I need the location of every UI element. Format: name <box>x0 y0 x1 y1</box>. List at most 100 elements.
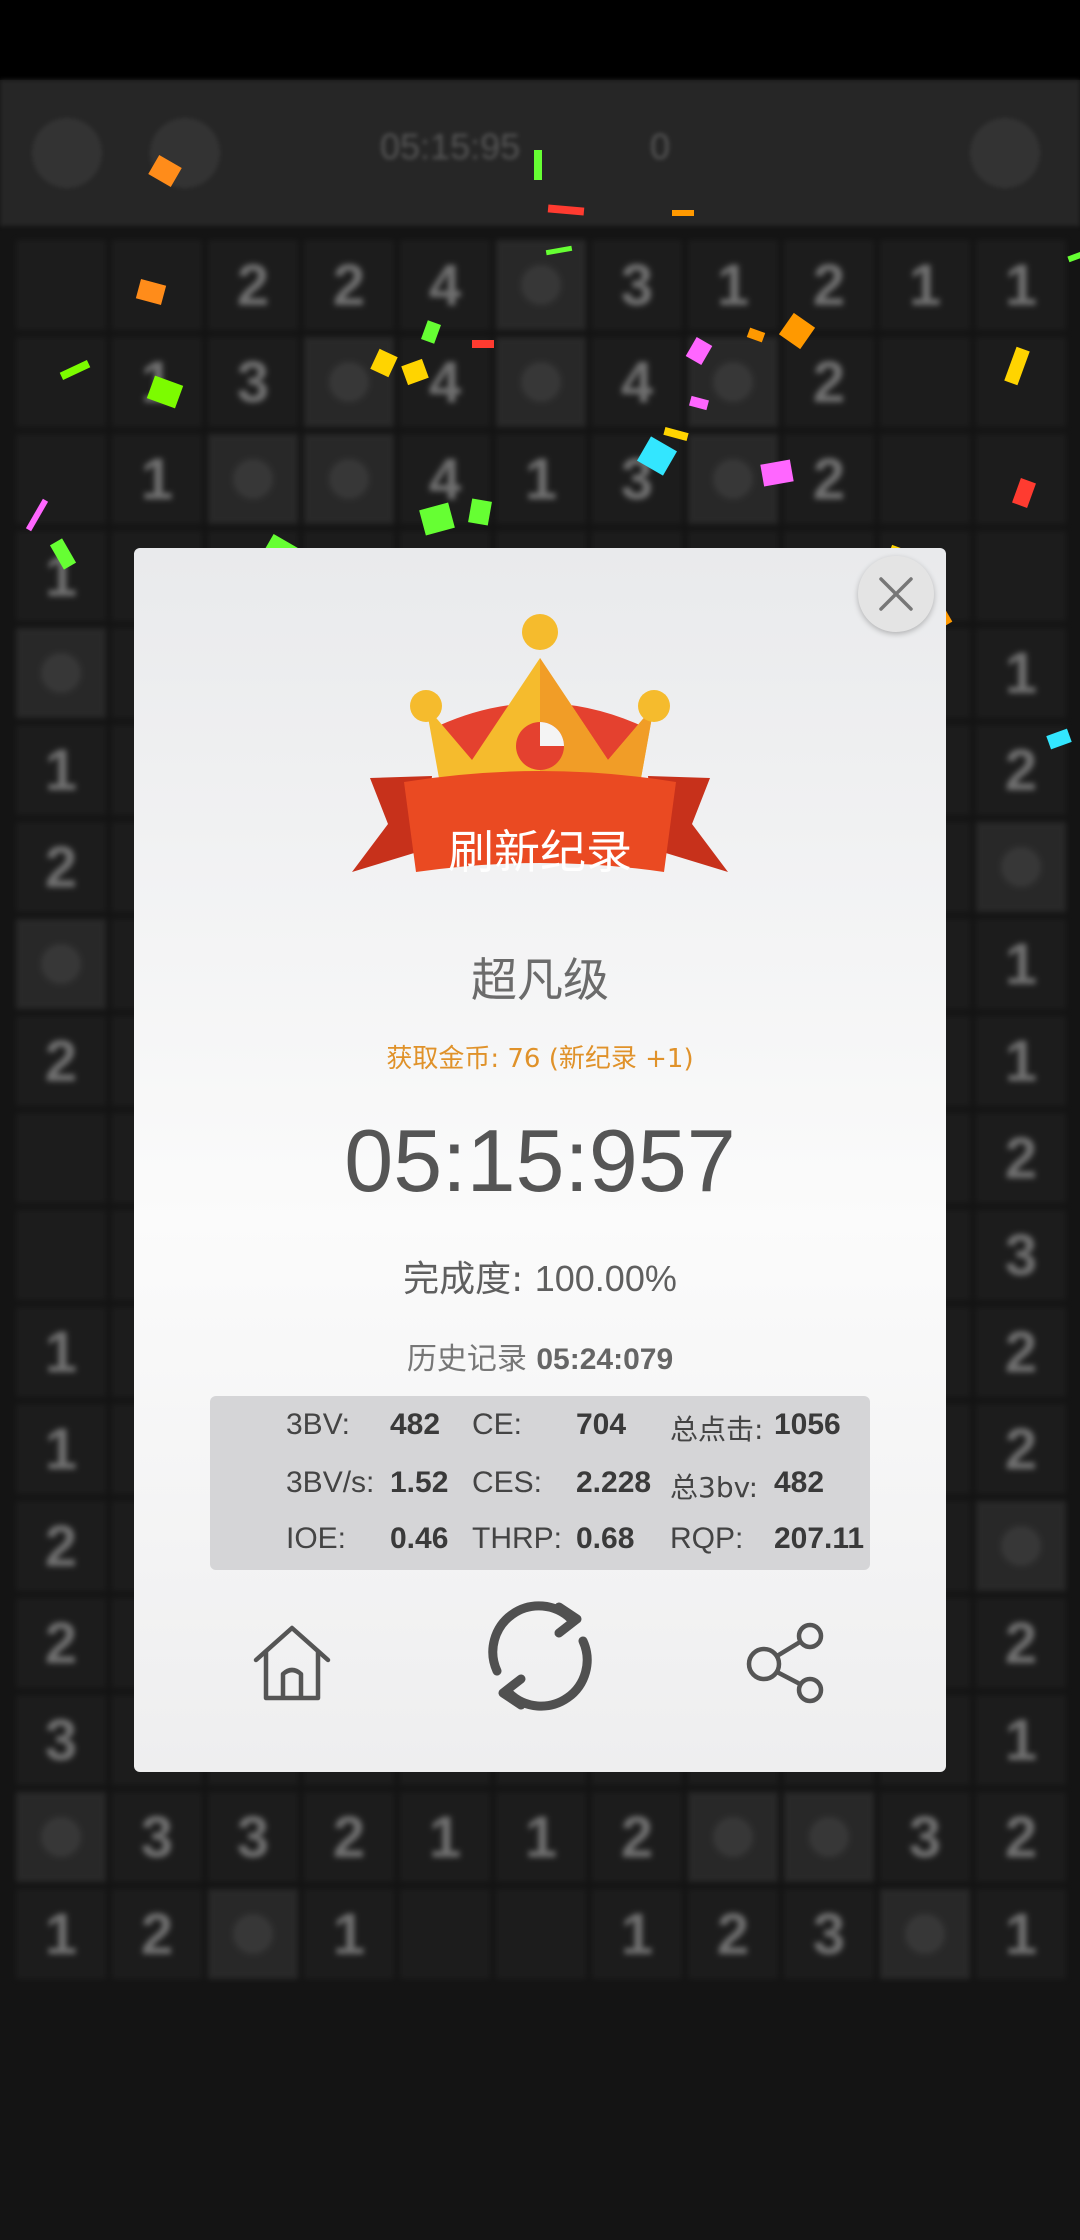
board-cell[interactable]: 2 <box>16 1501 106 1591</box>
board-cell[interactable]: 3 <box>208 1792 298 1882</box>
board-cell[interactable]: 2 <box>784 337 874 427</box>
stat-ce-value: 704 <box>576 1408 627 1441</box>
confetti-piece <box>1067 251 1080 263</box>
board-cell[interactable] <box>400 1889 490 1979</box>
board-cell[interactable]: 3 <box>112 1792 202 1882</box>
confetti-piece <box>468 498 492 526</box>
board-cell[interactable]: 1 <box>592 1889 682 1979</box>
board-cell[interactable] <box>16 919 106 1009</box>
board-cell[interactable]: 2 <box>784 434 874 524</box>
board-cell[interactable]: 1 <box>976 1889 1066 1979</box>
board-cell[interactable] <box>496 337 586 427</box>
board-cell[interactable]: 3 <box>784 1889 874 1979</box>
history-record: 历史记录 05:24:079 <box>134 1334 946 1378</box>
board-cell[interactable] <box>880 1889 970 1979</box>
board-cell[interactable]: 1 <box>112 434 202 524</box>
board-cell[interactable] <box>496 1889 586 1979</box>
board-cell[interactable] <box>16 434 106 524</box>
history-label: 历史记录 <box>406 1342 527 1377</box>
stat-thrp-value: 0.68 <box>576 1522 635 1555</box>
board-cell[interactable]: 2 <box>976 1598 1066 1688</box>
difficulty-level: 超凡级 <box>471 953 609 1007</box>
record-banner-title: 刷新纪录 <box>448 825 632 879</box>
board-cell[interactable]: 2 <box>16 1598 106 1688</box>
board-cell[interactable]: 1 <box>976 1695 1066 1785</box>
board-cell[interactable]: 4 <box>592 337 682 427</box>
close-button[interactable] <box>858 556 934 632</box>
confetti-piece <box>472 340 494 348</box>
board-cell[interactable]: 1 <box>976 1016 1066 1106</box>
board-cell[interactable]: 1 <box>688 240 778 330</box>
board-cell[interactable] <box>16 337 106 427</box>
board-cell[interactable]: 3 <box>16 1695 106 1785</box>
board-cell[interactable]: 3 <box>208 337 298 427</box>
home-button[interactable] <box>242 1612 342 1712</box>
stat-thrp-label: THRP: <box>472 1522 562 1555</box>
board-cell[interactable] <box>976 531 1066 621</box>
confetti-piece <box>672 210 694 216</box>
board-cell[interactable] <box>304 434 394 524</box>
flag-counter: 0 <box>650 126 671 167</box>
next-button[interactable] <box>970 118 1040 188</box>
status-bar <box>0 0 1080 80</box>
board-cell[interactable]: 1 <box>16 725 106 815</box>
board-cell[interactable] <box>208 434 298 524</box>
board-cell[interactable]: 1 <box>304 1889 394 1979</box>
board-cell[interactable]: 1 <box>16 1889 106 1979</box>
confetti-piece <box>534 150 542 180</box>
stat-ioe-label: IOE: <box>286 1522 347 1555</box>
share-icon <box>746 1622 824 1704</box>
board-cell[interactable]: 3 <box>880 1792 970 1882</box>
board-cell[interactable]: 1 <box>16 1307 106 1397</box>
board-cell[interactable] <box>16 240 106 330</box>
board-cell[interactable] <box>784 1792 874 1882</box>
board-cell[interactable]: 3 <box>592 240 682 330</box>
board-cell[interactable]: 2 <box>976 1404 1066 1494</box>
coins-earned: 获取金币: 76 (新纪录 +1) <box>386 1044 694 1074</box>
board-cell[interactable]: 1 <box>976 919 1066 1009</box>
board-cell[interactable] <box>16 1113 106 1203</box>
stat-ioe-value: 0.46 <box>390 1522 449 1555</box>
board-cell[interactable]: 2 <box>16 822 106 912</box>
board-cell[interactable]: 1 <box>16 1404 106 1494</box>
board-cell[interactable]: 2 <box>976 1307 1066 1397</box>
board-cell[interactable]: 1 <box>976 240 1066 330</box>
board-cell[interactable]: 1 <box>880 240 970 330</box>
board-cell[interactable]: 1 <box>496 434 586 524</box>
board-cell[interactable] <box>880 337 970 427</box>
board-cell[interactable] <box>16 628 106 718</box>
board-cell[interactable]: 2 <box>304 240 394 330</box>
stat-3bv-value: 482 <box>390 1408 441 1441</box>
retry-button[interactable] <box>474 1590 606 1722</box>
board-cell[interactable]: 2 <box>16 1016 106 1106</box>
board-cell[interactable]: 2 <box>208 240 298 330</box>
board-cell[interactable]: 2 <box>592 1792 682 1882</box>
board-cell[interactable] <box>976 1501 1066 1591</box>
board-cell[interactable]: 2 <box>112 1889 202 1979</box>
board-cell[interactable] <box>16 1210 106 1300</box>
completion-label: 完成度: <box>403 1259 524 1300</box>
board-cell[interactable] <box>208 1889 298 1979</box>
board-cell[interactable] <box>688 1792 778 1882</box>
board-cell[interactable] <box>16 1792 106 1882</box>
board-cell[interactable]: 3 <box>976 1210 1066 1300</box>
share-button[interactable] <box>736 1612 836 1712</box>
board-cell[interactable]: 1 <box>400 1792 490 1882</box>
board-cell[interactable]: 2 <box>688 1889 778 1979</box>
finish-time: 05:15:957 <box>344 1111 736 1210</box>
stat-total3bv-value: 482 <box>774 1466 825 1499</box>
board-cell[interactable] <box>880 434 970 524</box>
board-cell[interactable] <box>976 822 1066 912</box>
board-cell[interactable]: 2 <box>304 1792 394 1882</box>
board-cell[interactable]: 1 <box>976 628 1066 718</box>
board-cell[interactable]: 4 <box>400 240 490 330</box>
stat-3bvs-label: 3BV/s: <box>286 1466 375 1499</box>
refresh-icon <box>488 1601 592 1711</box>
stat-3bvs-value: 1.52 <box>390 1466 449 1499</box>
stat-ces-value: 2.228 <box>576 1466 652 1499</box>
board-cell[interactable]: 2 <box>976 1792 1066 1882</box>
board-cell[interactable]: 1 <box>496 1792 586 1882</box>
board-cell[interactable] <box>496 240 586 330</box>
board-cell[interactable]: 2 <box>976 1113 1066 1203</box>
back-button[interactable] <box>32 118 102 188</box>
